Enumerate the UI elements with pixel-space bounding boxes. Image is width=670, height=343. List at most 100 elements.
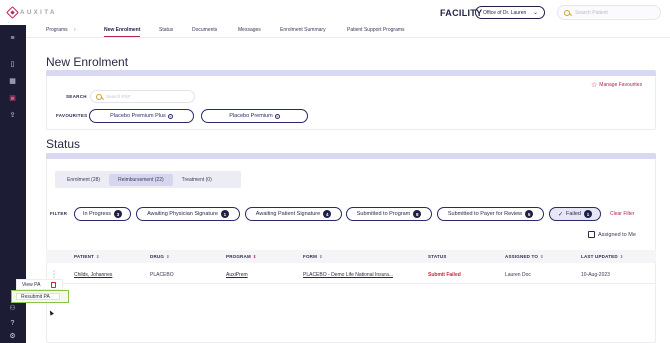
table-header: PATIENT ⇕ DRUG ⇕ PROGRAM ⇕ FORM ⇕ STATUS ASS… <box>46 250 656 263</box>
favourite-button[interactable]: Placebo Premium + <box>201 109 308 123</box>
sort-icon: ⇕ <box>319 254 323 259</box>
star-icon: ☆ <box>591 81 598 89</box>
table-row: Childs, Johannes PLACEBO AuxiPrem PLACEB… <box>46 266 656 284</box>
chip-count: 8 <box>413 210 422 218</box>
patient-search-input[interactable]: Search Patient <box>557 5 661 20</box>
tab-treatment[interactable]: Treatment (0) <box>173 174 221 186</box>
col-status: STATUS <box>428 254 447 259</box>
chip-label: Submitted to Program <box>356 211 411 217</box>
upload-icon[interactable]: ⇪ <box>9 112 16 119</box>
top-bar: AUXITA FACILITY Office of Dr. Lauren ⌄ S… <box>0 0 670 25</box>
filter-chip-awaiting-patient[interactable]: Awaiting Patient Signature 4 <box>245 207 342 221</box>
tab-enrolment[interactable]: Enrolment (28) <box>58 174 109 186</box>
trash-icon[interactable] <box>51 282 56 288</box>
cell-drug: PLACEBO <box>150 272 174 278</box>
filter-chip-submitted-payer[interactable]: Submitted to Payer for Review 5 <box>437 207 544 221</box>
top-nav: Programs › New Enrolment Status Document… <box>26 25 670 38</box>
nav-documents[interactable]: Documents <box>192 27 217 33</box>
psp-search-input[interactable]: Search PSP <box>90 90 195 103</box>
col-form[interactable]: FORM ⇕ <box>303 254 323 259</box>
nav-new-enrolment[interactable]: New Enrolment <box>104 27 141 37</box>
filter-chip-submitted-program[interactable]: Submitted to Program 8 <box>346 207 432 221</box>
sort-icon: ⇕ <box>540 254 544 259</box>
favourite-label: Placebo Premium Plus <box>110 113 166 119</box>
new-enrolment-title: New Enrolment <box>46 55 129 69</box>
help-icon[interactable]: ? <box>9 320 16 327</box>
filter-label: FILTER <box>50 211 68 216</box>
cell-program[interactable]: AuxiPrem <box>226 272 248 278</box>
grid-icon[interactable]: ▦ <box>9 78 16 85</box>
enrolment-icon[interactable]: ▣ <box>9 95 16 102</box>
nav-programs[interactable]: Programs <box>46 27 68 33</box>
search-icon <box>564 9 570 16</box>
cell-form[interactable]: PLACEBO - Demo Life National Insura... <box>303 272 393 278</box>
filter-chip-in-progress[interactable]: In Progress 3 <box>74 207 131 221</box>
col-program[interactable]: PROGRAM ⇕ <box>226 254 256 259</box>
col-assigned-to[interactable]: ASSIGNED TO ⇕ <box>505 254 544 259</box>
favourite-button[interactable]: Placebo Premium Plus + <box>89 109 194 123</box>
col-label: FORM <box>303 254 318 259</box>
col-label: STATUS <box>428 254 447 259</box>
sort-icon: ⇕ <box>619 254 624 259</box>
chip-count: 4 <box>323 210 332 218</box>
chip-count: 5 <box>525 210 534 218</box>
cell-last-updated: 10-Aug-2023 <box>581 272 610 278</box>
settings-icon[interactable]: ⚙ <box>9 333 16 340</box>
sort-icon: ⇕ <box>252 254 257 259</box>
favourites-label: FAVOURITES <box>56 113 88 118</box>
logo-text: AUXITA <box>20 9 57 16</box>
card-band <box>46 70 656 76</box>
chip-label: Failed <box>566 211 581 217</box>
assigned-to-me-toggle[interactable]: Assigned to Me <box>588 231 636 238</box>
sort-icon: ⇕ <box>95 254 100 259</box>
cell-patient[interactable]: Childs, Johannes <box>74 272 112 278</box>
col-label: ASSIGNED TO <box>505 254 539 259</box>
nav-enrolment-summary[interactable]: Enrolment Summary <box>280 27 326 33</box>
check-icon: ✓ <box>557 211 564 218</box>
row-context-menu: View PA Resubmit PA <box>11 279 69 305</box>
status-title: Status <box>46 137 81 151</box>
search-label: SEARCH <box>66 94 87 99</box>
col-drug[interactable]: DRUG ⇕ <box>150 254 170 259</box>
col-label: LAST UPDATED <box>581 254 618 259</box>
patient-search-placeholder: Search Patient <box>575 9 608 16</box>
chip-label: Awaiting Patient Signature <box>255 211 321 217</box>
cell-assigned-to: Lauren Doc <box>505 272 531 278</box>
user-icon[interactable]: ⚇ <box>9 305 16 312</box>
menu-item-label: View PA <box>22 281 41 288</box>
menu-item-resubmit-pa[interactable]: Resubmit PA <box>11 290 69 303</box>
chevron-right-icon[interactable]: › <box>74 27 76 33</box>
filter-chip-failed[interactable]: ✓ Failed 1 <box>549 207 601 221</box>
office-select[interactable]: Office of Dr. Lauren ⌄ <box>475 6 545 19</box>
menu-toggle-icon[interactable]: ≡ <box>9 35 16 42</box>
nav-messages[interactable]: Messages <box>238 27 261 33</box>
nav-status[interactable]: Status <box>159 27 173 33</box>
menu-item-view-pa[interactable]: View PA <box>16 279 63 290</box>
col-patient[interactable]: PATIENT ⇕ <box>74 254 100 259</box>
document-icon[interactable]: ▯ <box>9 61 16 68</box>
nav-patient-support-programs[interactable]: Patient Support Programs <box>347 27 405 33</box>
favourite-label: Placebo Premium <box>229 113 273 119</box>
assigned-checkbox[interactable] <box>588 231 595 238</box>
search-icon <box>96 93 102 100</box>
tab-reimbursement[interactable]: Reimbursement (22) <box>109 173 173 186</box>
app-logo[interactable]: AUXITA <box>6 6 57 19</box>
clear-filter-link[interactable]: Clear Filter <box>610 211 634 217</box>
chip-count: 1 <box>584 210 592 218</box>
chip-label: Submitted to Payer for Review <box>447 211 523 217</box>
chip-count: 1 <box>220 210 229 218</box>
manage-favourites-label: Manage Favourites <box>599 82 643 88</box>
logo-mark-icon <box>6 6 19 19</box>
chip-label: In Progress <box>82 211 112 217</box>
status-tabs: Enrolment (28) Reimbursement (22) Treatm… <box>55 171 241 188</box>
manage-favourites-link[interactable]: ☆ Manage Favourites <box>591 81 643 89</box>
filter-chip-awaiting-physician[interactable]: Awaiting Physician Signature 1 <box>136 207 240 221</box>
psp-search-placeholder: Search PSP <box>106 94 131 99</box>
col-last-updated[interactable]: LAST UPDATED ⇕ <box>581 254 623 259</box>
card-band <box>46 153 656 159</box>
chevron-down-icon: ⌄ <box>532 10 538 16</box>
sort-icon: ⇕ <box>166 254 170 259</box>
col-label: PATIENT <box>74 254 94 259</box>
row-actions-icon[interactable]: · · · <box>52 268 56 281</box>
col-label: PROGRAM <box>226 254 251 259</box>
